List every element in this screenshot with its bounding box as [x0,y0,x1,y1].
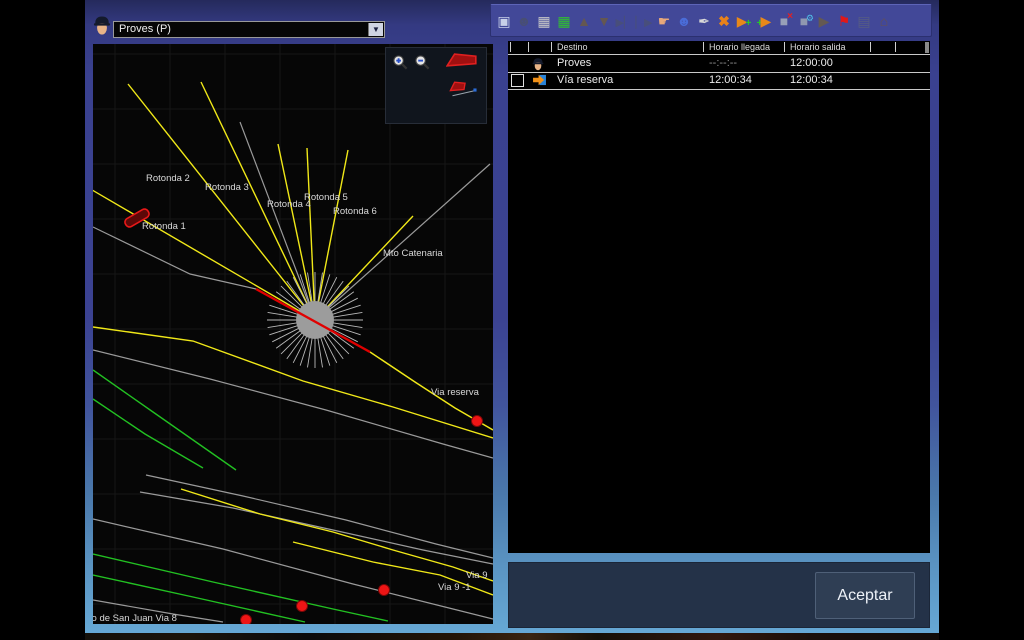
signal-light [379,585,390,596]
view-area-icon[interactable] [446,52,478,69]
save-icon[interactable]: ▣ [494,8,514,34]
schedule-panel: Destino Horario llegada Horario salida P… [508,41,930,553]
assign-track-icon [532,74,546,87]
column-header-destino[interactable]: Destino [557,42,588,52]
selected-route [256,289,370,352]
expand-arrows-icon[interactable]: ✖ [714,8,734,34]
map-label: Via reserva [431,387,480,398]
column-header-salida[interactable]: Horario salida [790,42,846,52]
header-divider [510,42,511,52]
arrow-up-icon[interactable]: ▲ [574,8,594,34]
map-label: Rotonda 5 [304,192,348,203]
map-label: Rotonda 1 [142,221,186,232]
map-label: Mto de San Juan Via 8 [93,613,177,624]
lock-cancel-icon[interactable]: ■× [774,8,794,34]
user-icon[interactable]: ☻ [514,8,534,34]
table-row-proves[interactable]: Proves --:--:-- 12:00:00 [508,54,930,73]
track-line [93,350,493,458]
dropdown-value: Proves (P) [119,22,171,37]
header-divider [551,42,552,52]
header-divider [703,42,704,52]
track-line [181,489,493,581]
skip-left-icon[interactable]: ▏▶ [634,8,654,34]
map-label: Rotonda 2 [146,173,190,184]
header-divider [870,42,871,52]
conductor-icon [532,57,546,70]
map-label: Via 9 [466,570,487,581]
table-row-via-reserva[interactable]: Vía reserva 12:00:34 12:00:34 [508,72,930,90]
chevron-down-icon[interactable]: ▼ [368,23,383,36]
grid-green-icon[interactable]: ▦ [554,8,574,34]
cell-llegada: --:--:-- [709,55,737,72]
people-icon[interactable]: ☻☻ [674,8,694,34]
track-line [146,475,493,558]
header-divider [784,42,785,52]
map-toolbox [385,47,487,124]
desktop-background: Proves (P) ▼ ▣☻▦▦▲▼▶▏▏▶☛☻☻✒✖▶++▶■×■⚙▶⚑▤⌂… [0,0,1024,640]
map-label: Via 9 -1 [438,582,471,593]
table-header: Destino Horario llegada Horario salida [508,41,930,54]
column-header-llegada[interactable]: Horario llegada [709,42,770,52]
cell-llegada: 12:00:34 [709,72,752,89]
hand-icon[interactable]: ☛ [654,8,674,34]
arrow-right-icon[interactable]: ▶ [814,8,834,34]
station-dropdown[interactable]: Proves (P) ▼ [113,21,385,38]
arrow-down-icon[interactable]: ▼ [594,8,614,34]
footer-panel: Aceptar [508,562,930,628]
track-line [93,327,493,438]
map-label: Rotonda 6 [333,206,377,217]
flag-icon[interactable]: ⚑ [834,8,854,34]
row-checkbox[interactable] [511,74,524,87]
add-route-icon[interactable]: +▶ [754,8,774,34]
cell-salida: 12:00:00 [790,55,833,72]
top-bar: Proves (P) ▼ ▣☻▦▦▲▼▶▏▏▶☛☻☻✒✖▶++▶■×■⚙▶⚑▤⌂ [85,0,939,40]
cell-salida: 12:00:34 [790,72,833,89]
depot-icon[interactable]: ⌂ [874,8,894,34]
inkwell-pen-icon[interactable]: ✒ [694,8,714,34]
header-divider [895,42,896,52]
turntable-hub [296,301,334,339]
map-label: Rotonda 3 [205,182,249,193]
zoom-in-icon[interactable] [392,54,409,71]
signal-light [472,416,483,427]
track-map-panel: Rotonda 2Rotonda 3Rotonda 4Rotonda 5Roto… [93,44,493,624]
track-line [315,216,413,320]
background-strip [85,633,939,640]
zoom-out-icon[interactable] [414,54,431,71]
track-line [93,370,236,470]
add-train-icon[interactable]: ▶+ [734,8,754,34]
map-label: Mto Catenaria [383,248,443,259]
view-cursor-icon[interactable] [448,78,480,101]
cell-destino: Proves [557,55,591,72]
signal-light [297,601,308,612]
signal-light [241,615,252,625]
conductor-icon [93,14,111,38]
track-line [93,227,256,289]
header-divider [528,42,529,52]
skip-right-icon[interactable]: ▶▏ [614,8,634,34]
track-line [240,122,315,320]
scrollbar-thumb[interactable] [925,42,929,53]
track-line [93,554,388,621]
app-window: Proves (P) ▼ ▣☻▦▦▲▼▶▏▏▶☛☻☻✒✖▶++▶■×■⚙▶⚑▤⌂… [85,0,939,633]
console-icon[interactable]: ▤ [854,8,874,34]
grid-icon[interactable]: ▦ [534,8,554,34]
toolbar: ▣☻▦▦▲▼▶▏▏▶☛☻☻✒✖▶++▶■×■⚙▶⚑▤⌂ [490,4,932,37]
accept-button[interactable]: Aceptar [815,572,915,619]
track-line [278,144,315,320]
track-map[interactable]: Rotonda 2Rotonda 3Rotonda 4Rotonda 5Roto… [93,44,493,624]
cell-destino: Vía reserva [557,72,613,89]
box-gear-icon[interactable]: ■⚙ [794,8,814,34]
